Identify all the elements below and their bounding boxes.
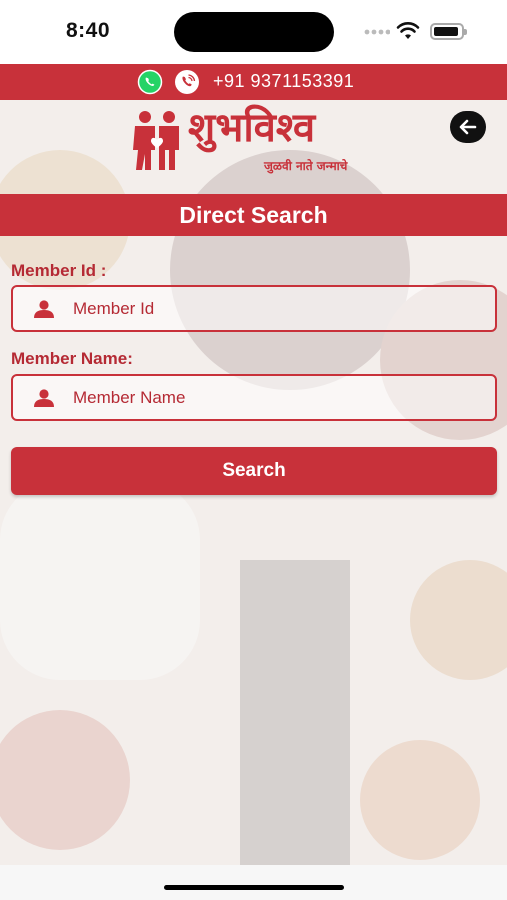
bottom-safe-area [0,865,507,900]
cellular-signal-icon [364,29,390,35]
status-time: 8:40 [66,19,111,42]
couple-logo-icon [133,111,179,170]
page-title: Direct Search [179,202,328,228]
dynamic-island [174,12,334,52]
contact-phone-number[interactable]: +91 9371153391 [213,71,354,92]
page-header: Direct Search [0,194,507,236]
brand-tagline: जुळवी नाते जन्माचे [264,159,348,173]
home-indicator[interactable] [164,885,344,890]
arrow-left-icon [459,119,477,135]
user-icon [34,389,54,407]
member-id-field[interactable] [11,285,497,332]
member-id-label: Member Id : [11,261,107,280]
brand-name: शुभविश्व [188,105,316,151]
phone-icon[interactable] [174,69,200,95]
status-bar: 8:40 [0,0,507,64]
contact-bar: +91 9371153391 [0,64,507,100]
app-screen: 8:40 +91 9371153391 शुभविश्व जुळवी नाते … [0,0,507,900]
whatsapp-icon[interactable] [137,69,163,95]
member-name-input[interactable] [73,376,483,419]
member-name-label: Member Name: [11,349,133,368]
user-icon [34,300,54,318]
search-button[interactable]: Search [11,447,497,495]
battery-icon [430,23,467,40]
member-id-input[interactable] [73,287,483,330]
back-button[interactable] [450,111,486,143]
wifi-icon [396,22,420,39]
member-name-field[interactable] [11,374,497,421]
